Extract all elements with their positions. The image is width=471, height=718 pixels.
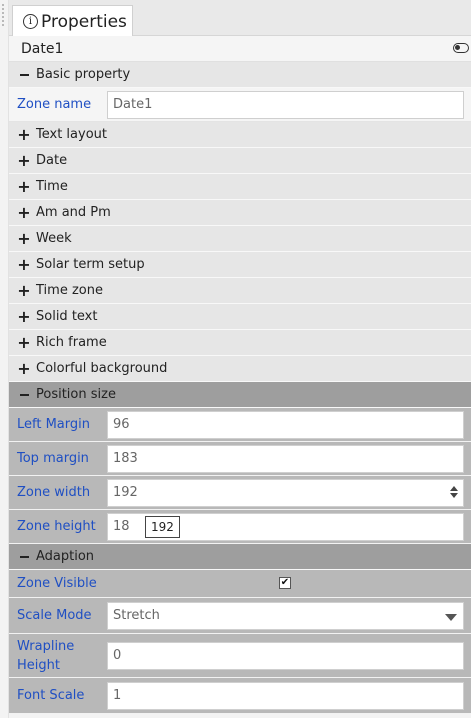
zone-visible-label: Zone Visible — [17, 576, 97, 591]
expand-icon: + — [17, 280, 31, 300]
zone-width-label: Zone width — [17, 485, 91, 500]
row-zone-name: Zone name Date1 — [9, 88, 471, 122]
row-zone-height: Zone height 18 192 — [9, 510, 471, 544]
section-time-zone[interactable]: + Time zone — [9, 278, 471, 304]
spinner-arrows-icon[interactable] — [449, 484, 459, 502]
section-label: Am and Pm — [36, 205, 111, 220]
collapse-icon — [17, 549, 31, 565]
object-header: Date1 — [9, 36, 471, 62]
font-scale-label: Font Scale — [17, 688, 85, 703]
zone-width-input[interactable]: 192 — [107, 478, 464, 507]
section-time[interactable]: + Time — [9, 174, 471, 200]
section-label: Rich frame — [36, 335, 107, 350]
collapse-icon — [17, 67, 31, 83]
scale-mode-select[interactable]: Stretch — [107, 601, 464, 630]
tab-properties[interactable]: i Properties — [12, 5, 133, 37]
section-basic-property[interactable]: Basic property — [9, 62, 471, 88]
wrapline-height-input[interactable]: 0 — [107, 641, 464, 670]
collapse-icon — [17, 387, 31, 403]
section-position-size[interactable]: Position size — [9, 382, 471, 408]
section-label: Basic property — [36, 67, 131, 82]
left-margin-input[interactable]: 96 — [107, 410, 464, 439]
section-label: Text layout — [36, 127, 107, 142]
row-font-scale: Font Scale 1 — [9, 678, 471, 714]
left-margin-value: 96 — [113, 417, 130, 432]
tab-label: Properties — [41, 11, 127, 32]
expand-icon: + — [17, 306, 31, 326]
zone-visible-checkbox[interactable]: ✔ — [279, 577, 291, 589]
scale-mode-label: Scale Mode — [17, 608, 92, 623]
section-label: Time — [36, 179, 68, 194]
zone-height-value: 18 — [113, 519, 130, 534]
section-label: Position size — [36, 387, 116, 402]
top-margin-value: 183 — [113, 451, 138, 466]
panel-grip[interactable] — [0, 0, 9, 718]
zone-name-label: Zone name — [17, 97, 92, 112]
section-week[interactable]: + Week — [9, 226, 471, 252]
section-rich-frame[interactable]: + Rich frame — [9, 330, 471, 356]
section-solid-text[interactable]: + Solid text — [9, 304, 471, 330]
row-wrapline-height: Wrapline Height 0 — [9, 634, 471, 678]
expand-icon: + — [17, 358, 31, 378]
font-scale-value: 1 — [113, 688, 122, 703]
zone-name-input[interactable]: Date1 — [107, 90, 464, 119]
section-text-layout[interactable]: + Text layout — [9, 122, 471, 148]
font-scale-input[interactable]: 1 — [107, 681, 464, 710]
zone-width-value: 192 — [113, 485, 138, 500]
section-label: Solid text — [36, 309, 98, 324]
section-colorful-background[interactable]: + Colorful background — [9, 356, 471, 382]
expand-icon: + — [17, 332, 31, 352]
section-label: Solar term setup — [36, 257, 145, 272]
section-label: Week — [36, 231, 72, 246]
tab-bar: i Properties — [9, 0, 471, 37]
zone-height-input[interactable]: 18 192 — [107, 512, 464, 541]
section-solar-term[interactable]: + Solar term setup — [9, 252, 471, 278]
row-left-margin: Left Margin 96 — [9, 408, 471, 442]
section-am-pm[interactable]: + Am and Pm — [9, 200, 471, 226]
chevron-down-icon — [445, 613, 457, 621]
left-margin-label: Left Margin — [17, 417, 90, 432]
expand-icon: + — [17, 202, 31, 222]
section-label: Colorful background — [36, 361, 168, 376]
expand-icon: + — [17, 124, 31, 144]
section-label: Time zone — [36, 283, 103, 298]
section-label: Adaption — [36, 549, 95, 564]
zone-height-label: Zone height — [17, 519, 96, 534]
section-adaption[interactable]: Adaption — [9, 544, 471, 570]
info-icon: i — [23, 14, 38, 29]
object-name: Date1 — [21, 40, 64, 57]
row-top-margin: Top margin 183 — [9, 442, 471, 476]
wrapline-height-label: Wrapline Height — [17, 638, 75, 673]
row-zone-width: Zone width 192 — [9, 476, 471, 510]
top-margin-label: Top margin — [17, 451, 89, 466]
row-zone-visible: Zone Visible ✔ — [9, 570, 471, 598]
section-date[interactable]: + Date — [9, 148, 471, 174]
expand-icon: + — [17, 254, 31, 274]
top-margin-input[interactable]: 183 — [107, 444, 464, 473]
row-scale-mode: Scale Mode Stretch — [9, 598, 471, 634]
expand-icon: + — [17, 228, 31, 248]
wrapline-height-value: 0 — [113, 648, 122, 663]
expand-icon: + — [17, 176, 31, 196]
visibility-toggle-icon[interactable] — [453, 43, 469, 53]
value-tooltip: 192 — [145, 515, 180, 538]
scale-mode-value: Stretch — [113, 608, 160, 623]
zone-name-value: Date1 — [113, 97, 153, 112]
expand-icon: + — [17, 150, 31, 170]
section-label: Date — [36, 153, 68, 168]
properties-panel: i Properties Date1 Basic property Zone n… — [9, 0, 471, 718]
